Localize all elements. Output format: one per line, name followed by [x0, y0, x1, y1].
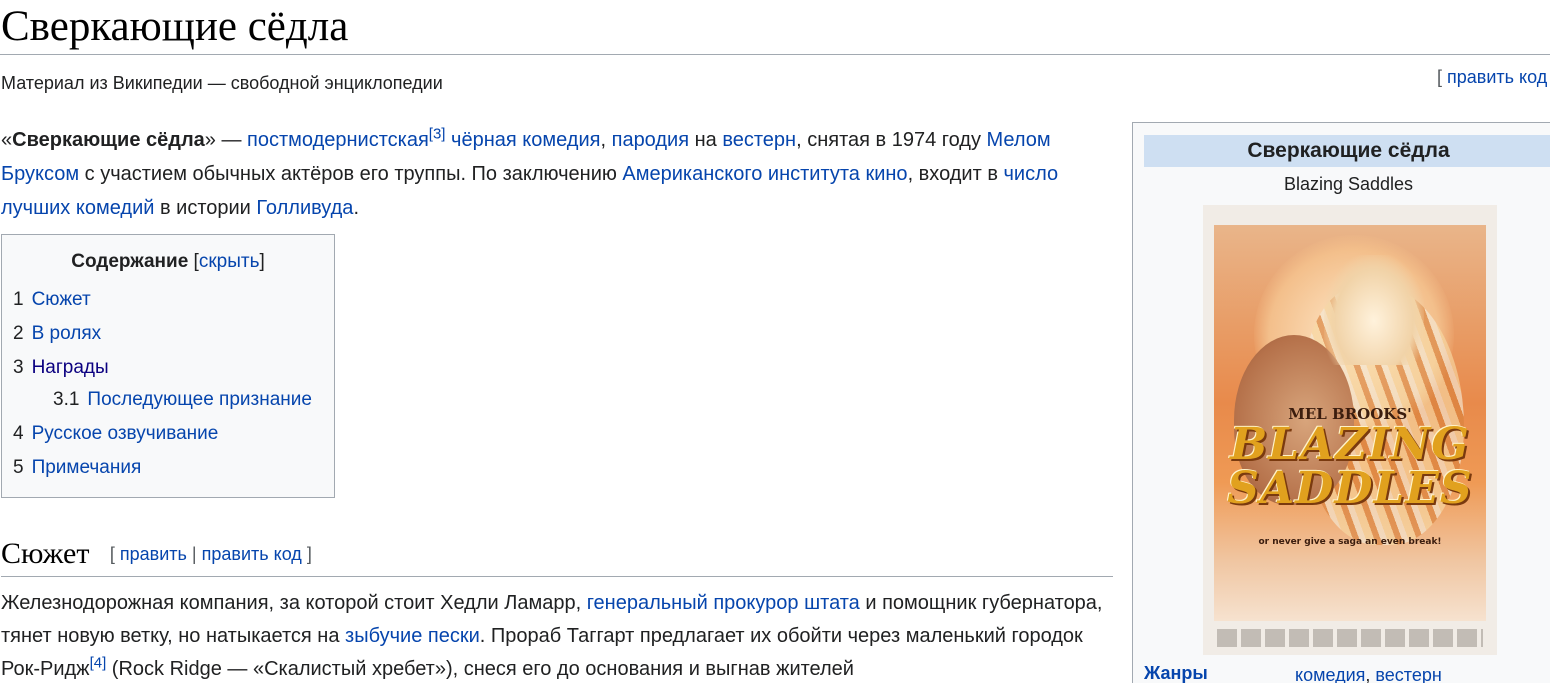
poster-artwork: MEL BROOKS' BLAZING SADDLES or never give… [1214, 225, 1486, 621]
toc-link[interactable]: Последующее признание [87, 389, 312, 410]
lead-bold-title: Сверкающие сёдла [12, 129, 205, 151]
lead-text: в истории [154, 197, 257, 219]
section-edit-source-link[interactable]: править код [202, 544, 302, 564]
section-edit-link[interactable]: править [120, 544, 187, 564]
table-of-contents: Содержание [скрыть] 1 Сюжет 2 В ролях 3 Наг… [1, 234, 335, 498]
toc-link[interactable]: Русское озвучивание [32, 423, 219, 444]
toc-link[interactable]: Сюжет [32, 289, 91, 310]
poster-rider [1324, 255, 1424, 365]
toc-number: 5 [13, 457, 24, 478]
bracket-open: [ [1437, 67, 1448, 87]
section-edit-links: [ править | править код ] [110, 544, 312, 565]
section-title: Сюжет [1, 537, 90, 570]
lead-text: , снятая в 1974 году [796, 129, 987, 151]
link-hollywood[interactable]: Голливуда [256, 197, 353, 219]
lead-text: с участием обычных актёров его труппы. П… [79, 163, 623, 185]
toc-item-recognition[interactable]: 3.1 Последующее признание [53, 387, 312, 413]
toc-title: Содержание [71, 251, 189, 272]
link-quicksand[interactable]: зыбучие пески [345, 625, 480, 647]
poster-logo-line: SADDLES [1227, 463, 1473, 514]
lead-text: » — [204, 129, 248, 151]
genre-link-western[interactable]: вестерн [1375, 665, 1441, 683]
movie-poster[interactable]: MEL BROOKS' BLAZING SADDLES or never give… [1203, 205, 1497, 655]
toc-item-dubbing[interactable]: 4 Русское озвучивание [13, 421, 218, 447]
infobox-original-title: Blazing Saddles [1283, 174, 1414, 194]
lead-text: « [1, 129, 13, 151]
toc-number: 1 [13, 289, 24, 310]
poster-tagline: or never give a saga an even break! [1258, 537, 1442, 547]
infobox: Сверкающие сёдла Blazing Saddles MEL BRO… [1132, 122, 1550, 683]
toc-bracket: [ [188, 251, 199, 272]
plot-paragraph: Железнодорожная компания, за которой сто… [1, 587, 1116, 683]
toc-link[interactable]: В ролях [32, 323, 102, 344]
link-black-comedy[interactable]: чёрная комедия [451, 129, 600, 151]
bracket-open: [ [109, 544, 120, 564]
plot-text: Железнодорожная компания, за которой сто… [1, 592, 587, 614]
toc-number: 3.1 [53, 389, 80, 410]
toc-hide-toggle[interactable]: скрыть [199, 251, 260, 272]
lead-paragraph: «Сверкающие сёдла» — постмодернистская[3… [1, 123, 1116, 225]
toc-item-cast[interactable]: 2 В ролях [13, 321, 101, 347]
poster-logo-line: BLAZING [1230, 419, 1470, 470]
lead-text: , [600, 129, 612, 151]
toc-item-awards[interactable]: 3 Награды [13, 355, 109, 381]
infobox-genre-label[interactable]: Жанры [1144, 661, 1208, 683]
poster-logo: BLAZING SADDLES [1214, 423, 1486, 511]
lead-text: , входит в [907, 163, 1004, 185]
link-postmodernist[interactable]: постмодернистская [247, 129, 429, 151]
reference-4[interactable]: [4] [90, 654, 107, 671]
toc-number: 4 [13, 423, 24, 444]
toc-number: 2 [13, 323, 24, 344]
site-tagline: Материал из Википедии — свободной энцикл… [1, 73, 443, 93]
plot-text: (Rock Ridge — «Скалистый хребет»), снеся… [106, 658, 854, 680]
top-edit-bracket: [ править код [1437, 66, 1547, 88]
toc-item-plot[interactable]: 1 Сюжет [13, 287, 91, 313]
bracket-close: ] [301, 544, 312, 564]
infobox-genre-value: комедия, вестерн [1295, 663, 1442, 683]
genre-separator: , [1365, 665, 1376, 683]
toc-link[interactable]: Примечания [32, 457, 142, 478]
toc-header: Содержание [скрыть] [2, 249, 334, 275]
toc-item-notes[interactable]: 5 Примечания [13, 455, 141, 481]
edit-source-link[interactable]: править код [1447, 67, 1547, 87]
link-parody[interactable]: пародия [612, 129, 689, 151]
edit-separator: | [186, 544, 202, 564]
link-afi[interactable]: Американского института кино [622, 163, 907, 185]
toc-link[interactable]: Награды [32, 357, 109, 378]
infobox-title: Сверкающие сёдла [1144, 135, 1550, 167]
title-divider [0, 54, 1550, 55]
page-title: Сверкающие сёдла [1, 3, 349, 50]
link-attorney-general[interactable]: генеральный прокурор штата [587, 592, 860, 614]
article-page: Сверкающие сёдла Материал из Википедии —… [0, 0, 1550, 683]
toc-number: 3 [13, 357, 24, 378]
poster-credits-block [1217, 629, 1483, 647]
reference-3[interactable]: [3] [429, 125, 446, 142]
link-western[interactable]: вестерн [722, 129, 796, 151]
toc-bracket: ] [259, 251, 265, 272]
genre-link-comedy[interactable]: комедия [1295, 665, 1365, 683]
lead-text: . [353, 197, 359, 219]
lead-text: на [689, 129, 723, 151]
section-heading-plot: Сюжет [ править | править код ] [1, 536, 1113, 577]
